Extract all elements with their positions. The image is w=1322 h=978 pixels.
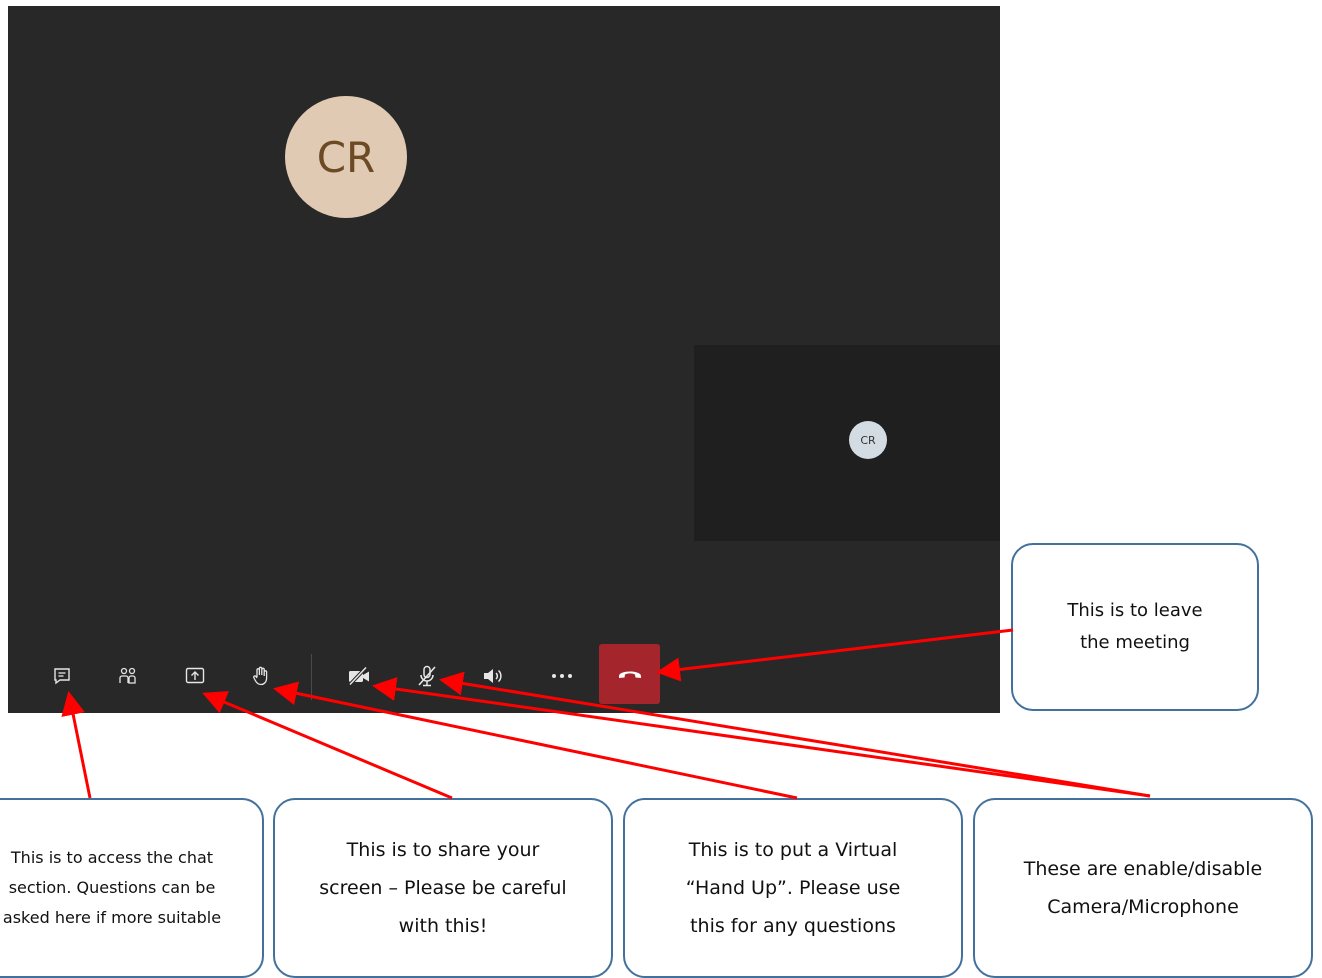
arrow-hand <box>273 681 798 800</box>
arrow-leave <box>656 628 1014 682</box>
arrow-share <box>202 691 453 800</box>
arrow-mic <box>439 671 1151 798</box>
arrow-chat <box>61 691 92 799</box>
annotation-arrows <box>61 628 1151 800</box>
arrow-camera <box>372 677 1151 798</box>
